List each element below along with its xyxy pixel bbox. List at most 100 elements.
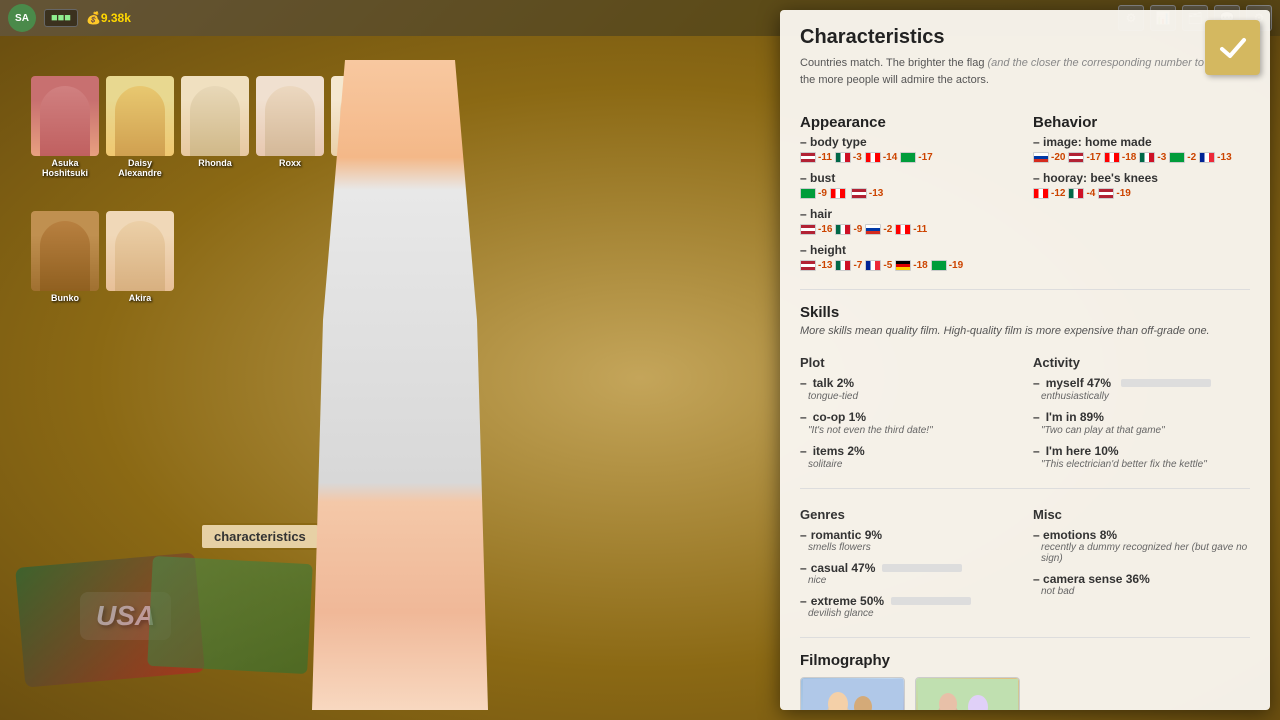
bust-label: bust <box>800 171 1017 185</box>
hooray-attr: hooray: bee's knees -12 -4 -19 <box>1033 171 1250 199</box>
filmography-row: Private Private #1 Duck factory #2 <box>800 677 1250 710</box>
fra-flag-img <box>1199 152 1215 163</box>
skill-imin-desc: "Two can play at that game" <box>1041 425 1250 436</box>
divider-1 <box>800 289 1250 290</box>
portrait-daisy-label: DaisyAlexandre <box>118 158 162 178</box>
skill-imin-name: I'm in 89% <box>1033 410 1250 424</box>
skills-columns: Plot talk 2% tongue-tied co-op 1% "It's … <box>800 347 1250 478</box>
body-type-attr: body type -11 -3 -14 -17 <box>800 135 1017 163</box>
appearance-col: Appearance body type -11 -3 -14 -17 bust… <box>800 100 1017 279</box>
mex-flag-height <box>835 260 851 271</box>
skill-myself-desc: enthusiastically <box>1041 391 1250 402</box>
usa-flag-hy <box>1098 188 1114 199</box>
can-flag <box>865 152 881 163</box>
characteristics-section: Appearance body type -11 -3 -14 -17 bust… <box>800 100 1250 279</box>
hair-label: hair <box>800 207 1017 221</box>
plot-header: Plot <box>800 355 1017 370</box>
japan-decal <box>147 556 313 674</box>
bra-flag-height <box>931 260 947 271</box>
flag-mex-hooray: -4 <box>1068 188 1095 199</box>
misc-emotions-name: emotions 8% <box>1033 528 1250 542</box>
usa-flag-height <box>800 260 816 271</box>
skill-items: items 2% solitaire <box>800 444 1017 470</box>
flag-can-image: -18 <box>1104 152 1136 163</box>
flag-rus-hair: -2 <box>865 224 892 235</box>
rus-flag-hair <box>865 224 881 235</box>
mex-flag-hy <box>1068 188 1084 199</box>
hair-attr: hair -16 -9 -2 -11 <box>800 207 1017 235</box>
portrait-daisy[interactable]: DaisyAlexandre <box>105 76 175 178</box>
flag-usa-hooray: -19 <box>1098 188 1130 199</box>
usa-flag-img <box>1068 152 1084 163</box>
genre-extreme: extreme 50% devilish glance <box>800 594 1017 619</box>
misc-col: Misc emotions 8% recently a dummy recogn… <box>1033 499 1250 627</box>
confirm-button[interactable] <box>1205 20 1260 75</box>
bra-flag-img <box>1169 152 1185 163</box>
flag-mex-hair: -9 <box>835 224 862 235</box>
genre-romantic-desc: smells flowers <box>808 542 1017 553</box>
fra-flag-height <box>865 260 881 271</box>
portrait-bunko-label: Bunko <box>51 293 79 303</box>
film-thumb-1 <box>801 678 904 710</box>
flag-mex-height: -7 <box>835 260 862 271</box>
flag-usa-body: -11 <box>800 152 832 163</box>
flag-usa-height: -13 <box>800 260 832 271</box>
can-flag-bust <box>830 188 846 199</box>
divider-3 <box>800 637 1250 638</box>
activity-col: Activity myself 47% enthusiastically I'm… <box>1033 347 1250 478</box>
genres-col: Genres romantic 9% smells flowers casual… <box>800 499 1017 627</box>
skill-talk: talk 2% tongue-tied <box>800 376 1017 402</box>
rus-flag-img <box>1033 152 1049 163</box>
behavior-header: Behavior <box>1033 114 1250 131</box>
misc-emotions-desc: recently a dummy recognized her (but gav… <box>1041 542 1250 564</box>
misc-emotions: emotions 8% recently a dummy recognized … <box>1033 528 1250 564</box>
portrait-bunko[interactable]: Bunko <box>30 211 100 303</box>
skill-coop: co-op 1% "It's not even the third date!" <box>800 410 1017 436</box>
behavior-col: Behavior image: home made -20 -17 -18 -3… <box>1033 100 1250 279</box>
flag-fra-height: -5 <box>865 260 892 271</box>
divider-2 <box>800 488 1250 489</box>
skill-talk-desc: tongue-tied <box>808 391 1017 402</box>
misc-camera-name: camera sense 36% <box>1033 572 1250 586</box>
usa-flag <box>800 152 816 163</box>
bra-flag-bust <box>800 188 816 199</box>
portrait-asuka-label: AsukaHoshitsuki <box>42 158 88 178</box>
hair-flags: -16 -9 -2 -11 <box>800 224 1017 235</box>
can-flag-hy <box>1033 188 1049 199</box>
portrait-rhonda[interactable]: Rhonda <box>180 76 250 178</box>
portrait-akira[interactable]: Akira <box>105 211 175 303</box>
misc-camera-desc: not bad <box>1041 586 1250 597</box>
health-stat: ■■■ <box>44 9 78 27</box>
flag-can-body: -14 <box>865 152 897 163</box>
skill-items-desc: solitaire <box>808 459 1017 470</box>
portrait-asuka[interactable]: AsukaHoshitsuki <box>30 76 100 178</box>
flag-bra-bust: -9 <box>800 188 827 199</box>
film-duck-factory[interactable]: Duck factory #2 <box>915 677 1020 710</box>
extreme-bar-wrap <box>891 597 971 605</box>
bust-flags: -9 -13 <box>800 188 1017 199</box>
genre-casual-desc: nice <box>808 575 1017 586</box>
ger-flag-height <box>895 260 911 271</box>
characteristics-panel: Characteristics Countries match. The bri… <box>780 10 1270 710</box>
appearance-header: Appearance <box>800 114 1017 131</box>
height-attr: height -13 -7 -5 -18 -19 <box>800 243 1017 271</box>
panel-subtitle: Countries match. The brighter the flag (… <box>800 55 1250 88</box>
main-character-figure <box>290 60 510 710</box>
skill-myself: myself 47% enthusiastically <box>1033 376 1250 402</box>
genre-casual-name: casual 47% <box>800 561 1017 575</box>
skill-imhere: I'm here 10% "This electrician'd better … <box>1033 444 1250 470</box>
portrait-rhonda-label: Rhonda <box>198 158 232 168</box>
skill-talk-name: talk 2% <box>800 376 1017 390</box>
mex-flag-img <box>1139 152 1155 163</box>
player-avatar: SA <box>8 4 36 32</box>
flag-mex-body: -3 <box>835 152 862 163</box>
myself-bar-wrap <box>1121 379 1211 387</box>
mex-flag <box>835 152 851 163</box>
genre-casual: casual 47% nice <box>800 561 1017 586</box>
misc-camera: camera sense 36% not bad <box>1033 572 1250 597</box>
flag-bra-height: -19 <box>931 260 963 271</box>
flag-bra-body: -17 <box>900 152 932 163</box>
film-private-private[interactable]: Private Private #1 <box>800 677 905 710</box>
height-flags: -13 -7 -5 -18 -19 <box>800 260 1017 271</box>
skill-coop-name: co-op 1% <box>800 410 1017 424</box>
